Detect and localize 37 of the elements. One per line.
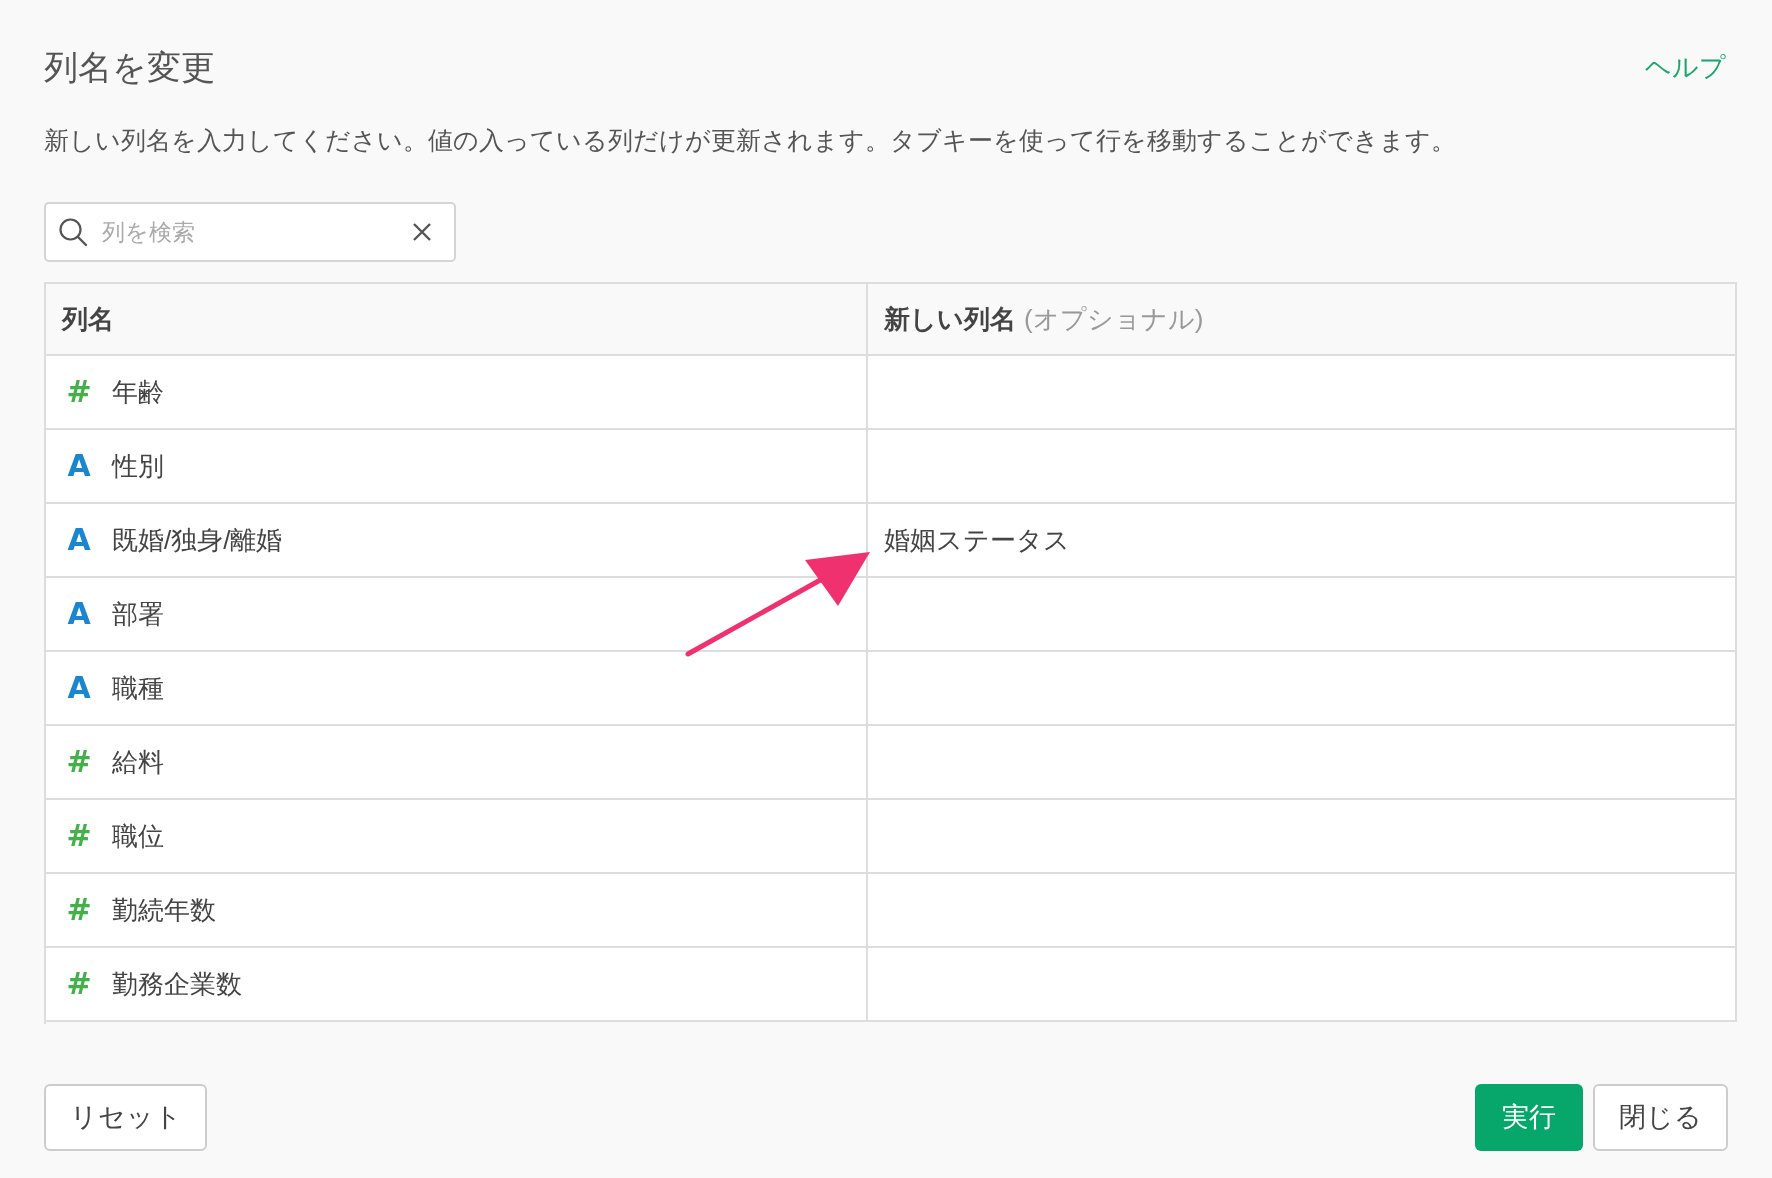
number-type-icon: # — [64, 895, 94, 925]
new-name-field[interactable] — [868, 948, 1737, 1022]
new-name-field[interactable] — [868, 430, 1737, 504]
new-name-field[interactable] — [868, 874, 1737, 948]
column-name: 勤続年数 — [112, 893, 216, 927]
header-label: 新しい列名 — [884, 302, 1016, 336]
new-name-field[interactable] — [868, 356, 1737, 430]
reset-button[interactable]: リセット — [44, 1084, 207, 1151]
new-name-field[interactable] — [868, 652, 1737, 726]
close-button[interactable]: 閉じる — [1593, 1084, 1728, 1151]
number-type-icon: # — [64, 377, 94, 407]
column-name: 既婚/独身/離婚 — [112, 523, 283, 557]
text-type-icon: A — [64, 599, 94, 629]
new-name-field[interactable] — [868, 726, 1737, 800]
column-name: 給料 — [112, 745, 164, 779]
number-type-icon: # — [64, 821, 94, 851]
text-type-icon: A — [64, 451, 94, 481]
number-type-icon: # — [64, 747, 94, 777]
search-field[interactable]: 列を検索 — [44, 202, 456, 262]
new-name-field[interactable] — [868, 578, 1737, 652]
clear-icon[interactable] — [412, 222, 432, 242]
column-name: 職種 — [112, 671, 164, 705]
text-type-icon: A — [64, 673, 94, 703]
column-name: 職位 — [112, 819, 164, 853]
column-header: 列名 — [46, 284, 868, 354]
search-icon — [58, 217, 88, 247]
optional-hint: (オプショナル) — [1024, 302, 1204, 336]
new-name-field[interactable] — [868, 800, 1737, 874]
column-name: 部署 — [112, 597, 164, 631]
column-name: 年齢 — [112, 375, 164, 409]
number-type-icon: # — [64, 969, 94, 999]
description-text: 新しい列名を入力してください。値の入っている列だけが更新されます。タブキーを使って行を移動することができます。 — [44, 125, 1457, 156]
new-name-field[interactable]: 婚姻ステータス — [868, 504, 1737, 578]
text-type-icon: A — [64, 525, 94, 555]
column-name: 性別 — [112, 449, 164, 483]
dialog-title: 列名を変更 — [44, 46, 215, 88]
column-name: 勤務企業数 — [112, 967, 242, 1001]
